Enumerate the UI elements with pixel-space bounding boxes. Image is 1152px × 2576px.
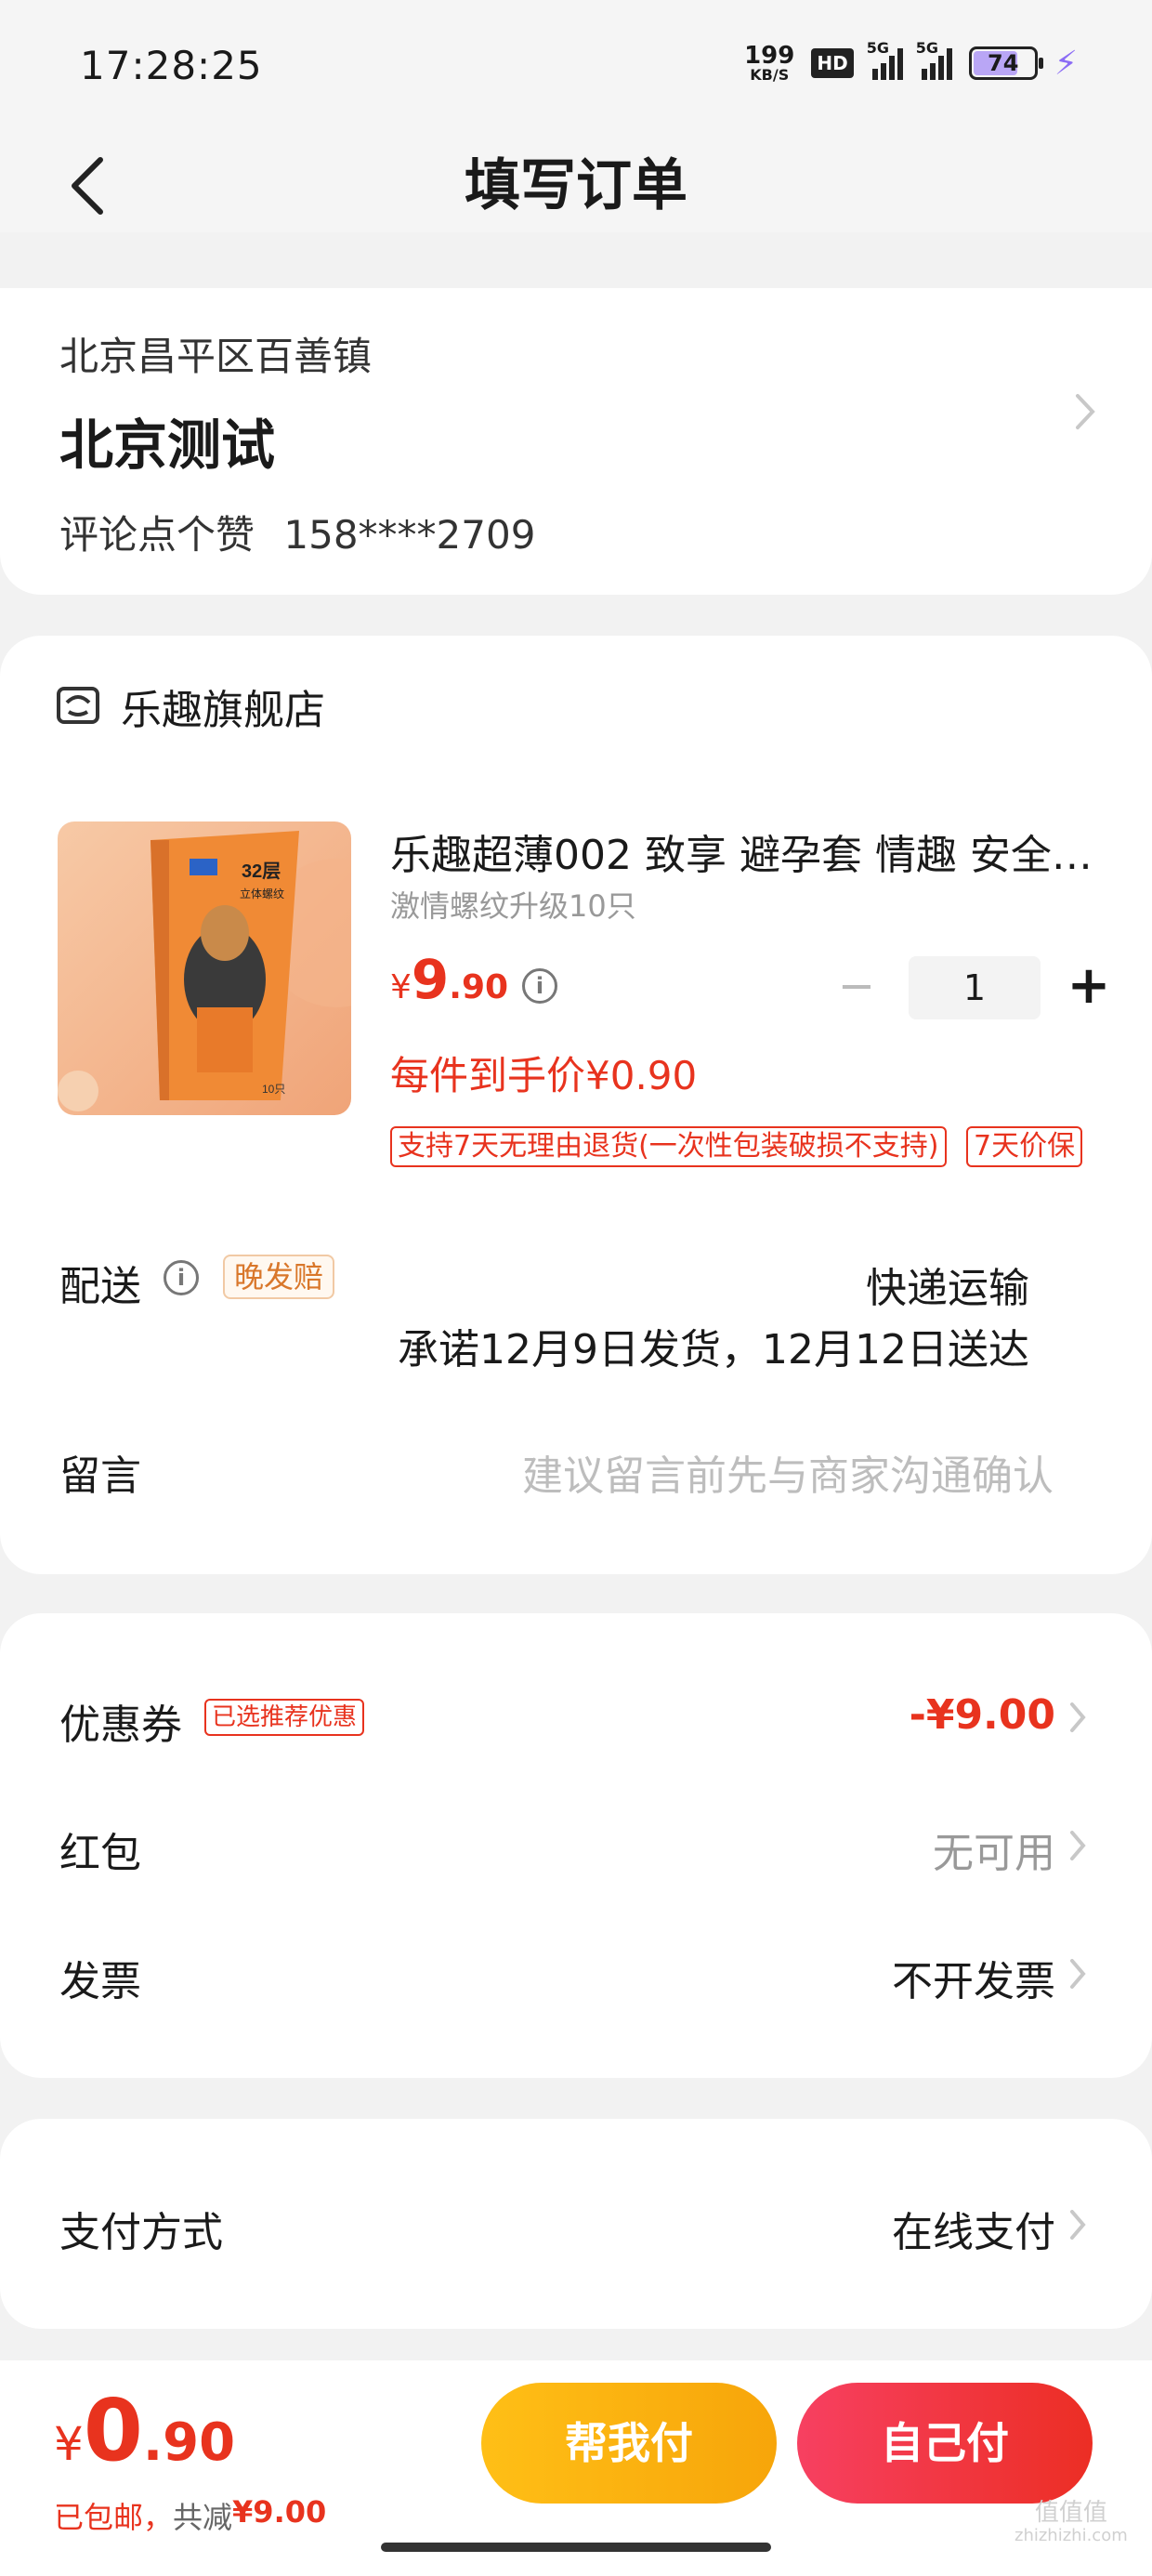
signal-5g-label-2: 5G xyxy=(915,39,938,57)
product-image-count: 10只 xyxy=(262,1083,285,1096)
network-speed-value: 199 xyxy=(744,42,795,70)
delivery-info-icon[interactable]: i xyxy=(164,1260,199,1295)
product-image-art: 32层 立体螺纹 10只 xyxy=(58,831,351,1111)
status-bar: 17:28:25 199 KB/S HD 5G 5G 74 ⚡ xyxy=(0,0,1152,139)
increase-button[interactable]: + xyxy=(1057,956,1120,1019)
coupon-badge: 已选推荐优惠 xyxy=(204,1699,365,1736)
promotions-card: 优惠券 已选推荐优惠 -¥9.00 红包 无可用 发票 不开发票 xyxy=(0,1613,1152,2078)
late-compensation-badge: 晚发赔 xyxy=(223,1255,335,1299)
nav-bar: 填写订单 xyxy=(0,139,1152,232)
price-decimal: .90 xyxy=(449,968,509,1006)
watermark-logo: 值值值 xyxy=(1034,2499,1107,2527)
product-spec: 激情螺纹升级10只 xyxy=(390,888,636,924)
help-pay-button[interactable]: 帮我付 xyxy=(481,2383,777,2504)
shop-icon xyxy=(57,687,99,724)
price-integer: 9 xyxy=(411,948,450,1011)
status-icons: 199 KB/S HD 5G 5G 74 ⚡ xyxy=(744,39,1078,85)
delivery-label: 配送 xyxy=(59,1263,141,1310)
invoice-label: 发票 xyxy=(59,1958,141,2005)
delivery-method: 快递运输 xyxy=(866,1265,1029,1312)
price-symbol: ¥ xyxy=(390,968,412,1006)
signal-icon: 5G xyxy=(867,39,903,80)
hd-icon: HD xyxy=(811,48,854,78)
return-policy-tag: 支持7天无理由退货(一次性包装破损不支持) xyxy=(390,1126,947,1167)
payment-value: 在线支付 xyxy=(892,2209,1055,2256)
charging-icon: ⚡ xyxy=(1054,44,1078,83)
total-integer: 0 xyxy=(83,2381,143,2480)
chevron-right-icon xyxy=(1070,1959,1086,1989)
total-symbol: ¥ xyxy=(54,2417,84,2471)
unit-price-text: 每件到手价¥0.90 xyxy=(390,1053,698,1098)
order-items-card: 乐趣旗舰店 32层 立体螺纹 10只 乐趣超薄002 致享 避孕套 情趣 安全…… xyxy=(0,636,1152,1574)
shop-header[interactable]: 乐趣旗舰店 xyxy=(56,677,325,736)
chevron-right-icon xyxy=(1076,394,1095,429)
product-image-texture: 立体螺纹 xyxy=(240,887,284,900)
payment-method-card[interactable]: 支付方式 在线支付 xyxy=(0,2119,1152,2329)
network-speed-unit: KB/S xyxy=(750,66,790,84)
address-name: 北京测试 xyxy=(59,414,276,477)
page-title: 填写订单 xyxy=(465,153,687,218)
remark-input[interactable]: 建议留言前先与商家沟通确认 xyxy=(522,1442,1054,1502)
shipping-summary: 已包邮， 共减 ¥9.00 xyxy=(54,2494,326,2537)
watermark: 值值值 zhizhizhi.com xyxy=(1015,2500,1128,2544)
saved-amount: ¥9.00 xyxy=(232,2494,327,2530)
decrease-button[interactable]: − xyxy=(825,956,888,1019)
total-decimal: .90 xyxy=(142,2412,236,2473)
battery-icon: 74 xyxy=(968,46,1043,80)
home-indicator[interactable] xyxy=(381,2543,771,2552)
network-speed: 199 KB/S xyxy=(744,44,794,83)
address-contact: 评论点个赞 158****2709 xyxy=(59,504,535,560)
price-protect-tag: 7天价保 xyxy=(966,1126,1083,1167)
contact-phone: 158****2709 xyxy=(283,512,536,558)
shipping-text: 已包邮， xyxy=(54,2500,174,2535)
coupon-label: 优惠券 xyxy=(59,1702,182,1749)
info-icon[interactable]: i xyxy=(522,968,557,1004)
saved-prefix: 共减 xyxy=(173,2500,233,2535)
quantity-input[interactable]: 1 xyxy=(909,956,1041,1019)
signal-icon-2: 5G xyxy=(916,39,952,80)
address-region: 北京昌平区百善镇 xyxy=(59,334,373,379)
invoice-value[interactable]: 不开发票 xyxy=(892,1948,1055,2007)
chevron-right-icon xyxy=(1070,1702,1086,1732)
payment-label: 支付方式 xyxy=(59,2209,223,2256)
product-title[interactable]: 乐趣超薄002 致享 避孕套 情趣 安全… xyxy=(390,821,1096,881)
address-card[interactable]: 北京昌平区百善镇 北京测试 评论点个赞 158****2709 xyxy=(0,288,1152,595)
contact-name: 评论点个赞 xyxy=(59,512,255,558)
delivery-promise: 承诺12月9日发货，12月12日送达 xyxy=(398,1326,1029,1373)
quantity-stepper: − 1 + xyxy=(825,956,1120,1019)
coupon-value[interactable]: -¥9.00 xyxy=(910,1691,1055,1739)
battery-level: 74 xyxy=(988,50,1019,76)
watermark-url: zhizhizhi.com xyxy=(1015,2525,1128,2545)
remark-label: 留言 xyxy=(59,1452,141,1500)
product-image[interactable]: 32层 立体螺纹 10只 xyxy=(58,821,351,1115)
chevron-right-icon xyxy=(1070,1831,1086,1860)
product-price: ¥ 9 .90 xyxy=(390,948,508,1011)
product-image-layers: 32层 xyxy=(242,861,281,882)
shop-name: 乐趣旗舰店 xyxy=(121,687,325,734)
self-pay-button[interactable]: 自己付 xyxy=(797,2383,1093,2504)
total-price: ¥ 0 .90 xyxy=(54,2381,235,2480)
chevron-right-icon xyxy=(1070,2210,1086,2240)
signal-5g-label: 5G xyxy=(866,39,889,57)
red-packet-value[interactable]: 无可用 xyxy=(933,1820,1055,1879)
red-packet-label: 红包 xyxy=(59,1830,141,1877)
status-time: 17:28:25 xyxy=(80,43,263,88)
